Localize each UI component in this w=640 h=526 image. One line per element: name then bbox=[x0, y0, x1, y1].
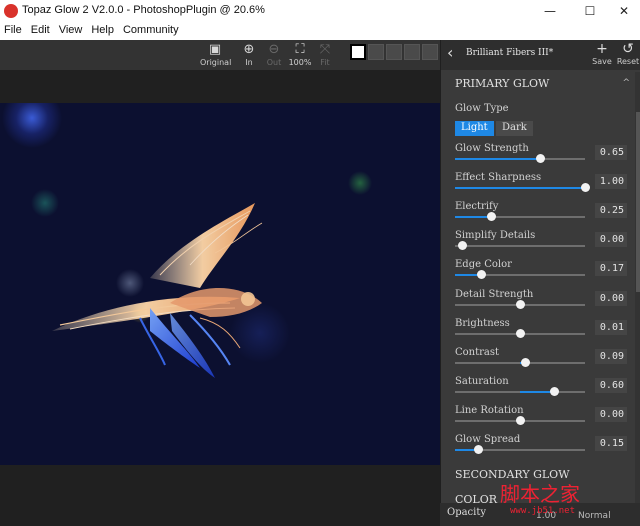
preset-header: ‹ Brilliant Fibers III* + Save ↺ Reset bbox=[441, 40, 640, 70]
slider-track[interactable] bbox=[455, 183, 590, 193]
glow-type-label: Glow Type bbox=[455, 103, 509, 114]
preset-name: Brilliant Fibers III* bbox=[466, 48, 554, 58]
fit-icon: ⤧ bbox=[319, 42, 331, 57]
fit-button[interactable]: ⤧ Fit bbox=[310, 42, 340, 67]
slider-fill bbox=[455, 158, 540, 160]
slider-track[interactable] bbox=[455, 212, 585, 222]
save-label: Save bbox=[592, 57, 612, 66]
slider-handle[interactable] bbox=[477, 270, 486, 280]
original-button[interactable]: ▣ Original bbox=[200, 42, 232, 67]
actual-size-label: 100% bbox=[288, 58, 312, 67]
slider-track[interactable] bbox=[455, 270, 585, 280]
slider-fill bbox=[455, 187, 585, 190]
slider-handle[interactable] bbox=[535, 154, 545, 163]
stacked-view-button[interactable] bbox=[422, 44, 438, 60]
slider-label: Saturation bbox=[455, 375, 509, 387]
split-view-button[interactable] bbox=[368, 44, 384, 60]
reset-label: Reset bbox=[616, 57, 640, 66]
slider-label: Brightness bbox=[455, 317, 510, 329]
close-button[interactable]: ✕ bbox=[604, 0, 640, 22]
menu-help[interactable]: Help bbox=[87, 22, 119, 40]
watermark-url: www.jb51.net bbox=[510, 506, 576, 516]
slider-value-input[interactable]: 0.17 bbox=[595, 261, 627, 277]
slider-value-input[interactable]: 0.00 bbox=[595, 232, 627, 248]
menu-view[interactable]: View bbox=[55, 22, 88, 40]
menu-edit[interactable]: Edit bbox=[27, 22, 55, 40]
preview-image[interactable] bbox=[0, 103, 440, 465]
primary-glow-header[interactable]: PRIMARY GLOW bbox=[455, 77, 549, 90]
slider-track[interactable] bbox=[455, 357, 585, 367]
plus-icon: + bbox=[596, 41, 608, 57]
slider-value-input[interactable]: 0.15 bbox=[595, 436, 627, 451]
slider-value-input[interactable]: 0.00 bbox=[595, 290, 627, 306]
slider-fill bbox=[455, 216, 492, 219]
adjustments-panel: ‹ Brilliant Fibers III* + Save ↺ Reset P… bbox=[440, 40, 640, 526]
slider-label: Glow Strength bbox=[455, 143, 529, 154]
slider-handle[interactable] bbox=[487, 212, 497, 222]
single-view-button[interactable] bbox=[350, 44, 366, 60]
slider-handle[interactable] bbox=[516, 299, 525, 309]
slider-track[interactable] bbox=[455, 299, 585, 309]
opacity-label: Opacity bbox=[447, 507, 487, 518]
menu-bar: File Edit View Help Community bbox=[0, 22, 640, 40]
slider-handle[interactable] bbox=[474, 445, 484, 454]
slider-value-input[interactable]: 0.25 bbox=[595, 203, 627, 219]
scrollbar-thumb[interactable] bbox=[636, 112, 640, 292]
vertical-split-view-button[interactable] bbox=[404, 44, 420, 60]
slider-track[interactable] bbox=[455, 415, 585, 425]
slider-value-input[interactable]: 0.00 bbox=[595, 406, 627, 422]
app-logo-icon bbox=[4, 4, 18, 18]
slider-handle[interactable] bbox=[549, 386, 559, 396]
slider-label: Effect Sharpness bbox=[455, 172, 542, 184]
slider-track[interactable] bbox=[455, 154, 585, 163]
slider-value-input[interactable]: 0.60 bbox=[595, 377, 627, 393]
slider-label: Electrify bbox=[455, 201, 499, 213]
glow-type-light-button[interactable]: Light bbox=[455, 121, 494, 136]
save-button[interactable]: + Save bbox=[589, 41, 615, 66]
slider-value-input[interactable]: 0.09 bbox=[595, 348, 627, 364]
back-arrow-icon[interactable]: ‹ bbox=[447, 43, 453, 62]
slider-track[interactable] bbox=[455, 386, 585, 396]
watermark-logo: 脚本之家 bbox=[500, 482, 580, 506]
panel-scrollbar[interactable] bbox=[635, 72, 640, 526]
glow-type-dark-button[interactable]: Dark bbox=[496, 121, 533, 136]
image-icon: ▣ bbox=[208, 42, 222, 57]
slider-track[interactable] bbox=[455, 241, 585, 251]
slider-label: Line Rotation bbox=[455, 404, 524, 416]
menu-community[interactable]: Community bbox=[119, 22, 184, 40]
reset-icon: ↺ bbox=[622, 41, 634, 57]
slider-track[interactable] bbox=[455, 445, 585, 454]
slider-handle[interactable] bbox=[457, 241, 467, 251]
view-mode-group bbox=[350, 44, 438, 62]
slider-label: Edge Color bbox=[455, 259, 512, 271]
menu-file[interactable]: File bbox=[0, 22, 27, 40]
minimize-button[interactable]: — bbox=[530, 0, 570, 22]
slider-fill bbox=[520, 390, 554, 393]
collapse-icon[interactable]: ^ bbox=[622, 78, 630, 88]
zoom-in-label: In bbox=[245, 58, 253, 67]
original-label: Original bbox=[200, 58, 232, 67]
slider-handle[interactable] bbox=[521, 357, 531, 367]
slider-label: Contrast bbox=[455, 346, 500, 358]
glowing-bird-graphic bbox=[52, 203, 263, 378]
slider-value-input[interactable]: 1.00 bbox=[595, 174, 627, 190]
slider-track[interactable] bbox=[455, 328, 585, 338]
fit-label: Fit bbox=[320, 58, 330, 67]
slider-value-input[interactable]: 0.01 bbox=[595, 319, 627, 335]
slider-label: Glow Spread bbox=[455, 434, 521, 445]
blend-mode-select[interactable]: Normal bbox=[578, 511, 611, 521]
window-title: Topaz Glow 2 V2.0.0 - PhotoshopPlugin @ … bbox=[22, 4, 265, 16]
slider-handle[interactable] bbox=[516, 328, 525, 338]
slider-handle[interactable] bbox=[581, 183, 590, 193]
zoom-out-label: Out bbox=[266, 58, 282, 67]
reset-button[interactable]: ↺ Reset bbox=[615, 41, 640, 66]
side-by-side-view-button[interactable] bbox=[386, 44, 402, 60]
slider-value-input[interactable]: 0.65 bbox=[595, 145, 627, 160]
slider-label: Simplify Details bbox=[455, 230, 536, 242]
title-bar: Topaz Glow 2 V2.0.0 - PhotoshopPlugin @ … bbox=[0, 0, 640, 22]
slider-label: Detail Strength bbox=[455, 288, 534, 300]
slider-handle[interactable] bbox=[516, 415, 525, 425]
